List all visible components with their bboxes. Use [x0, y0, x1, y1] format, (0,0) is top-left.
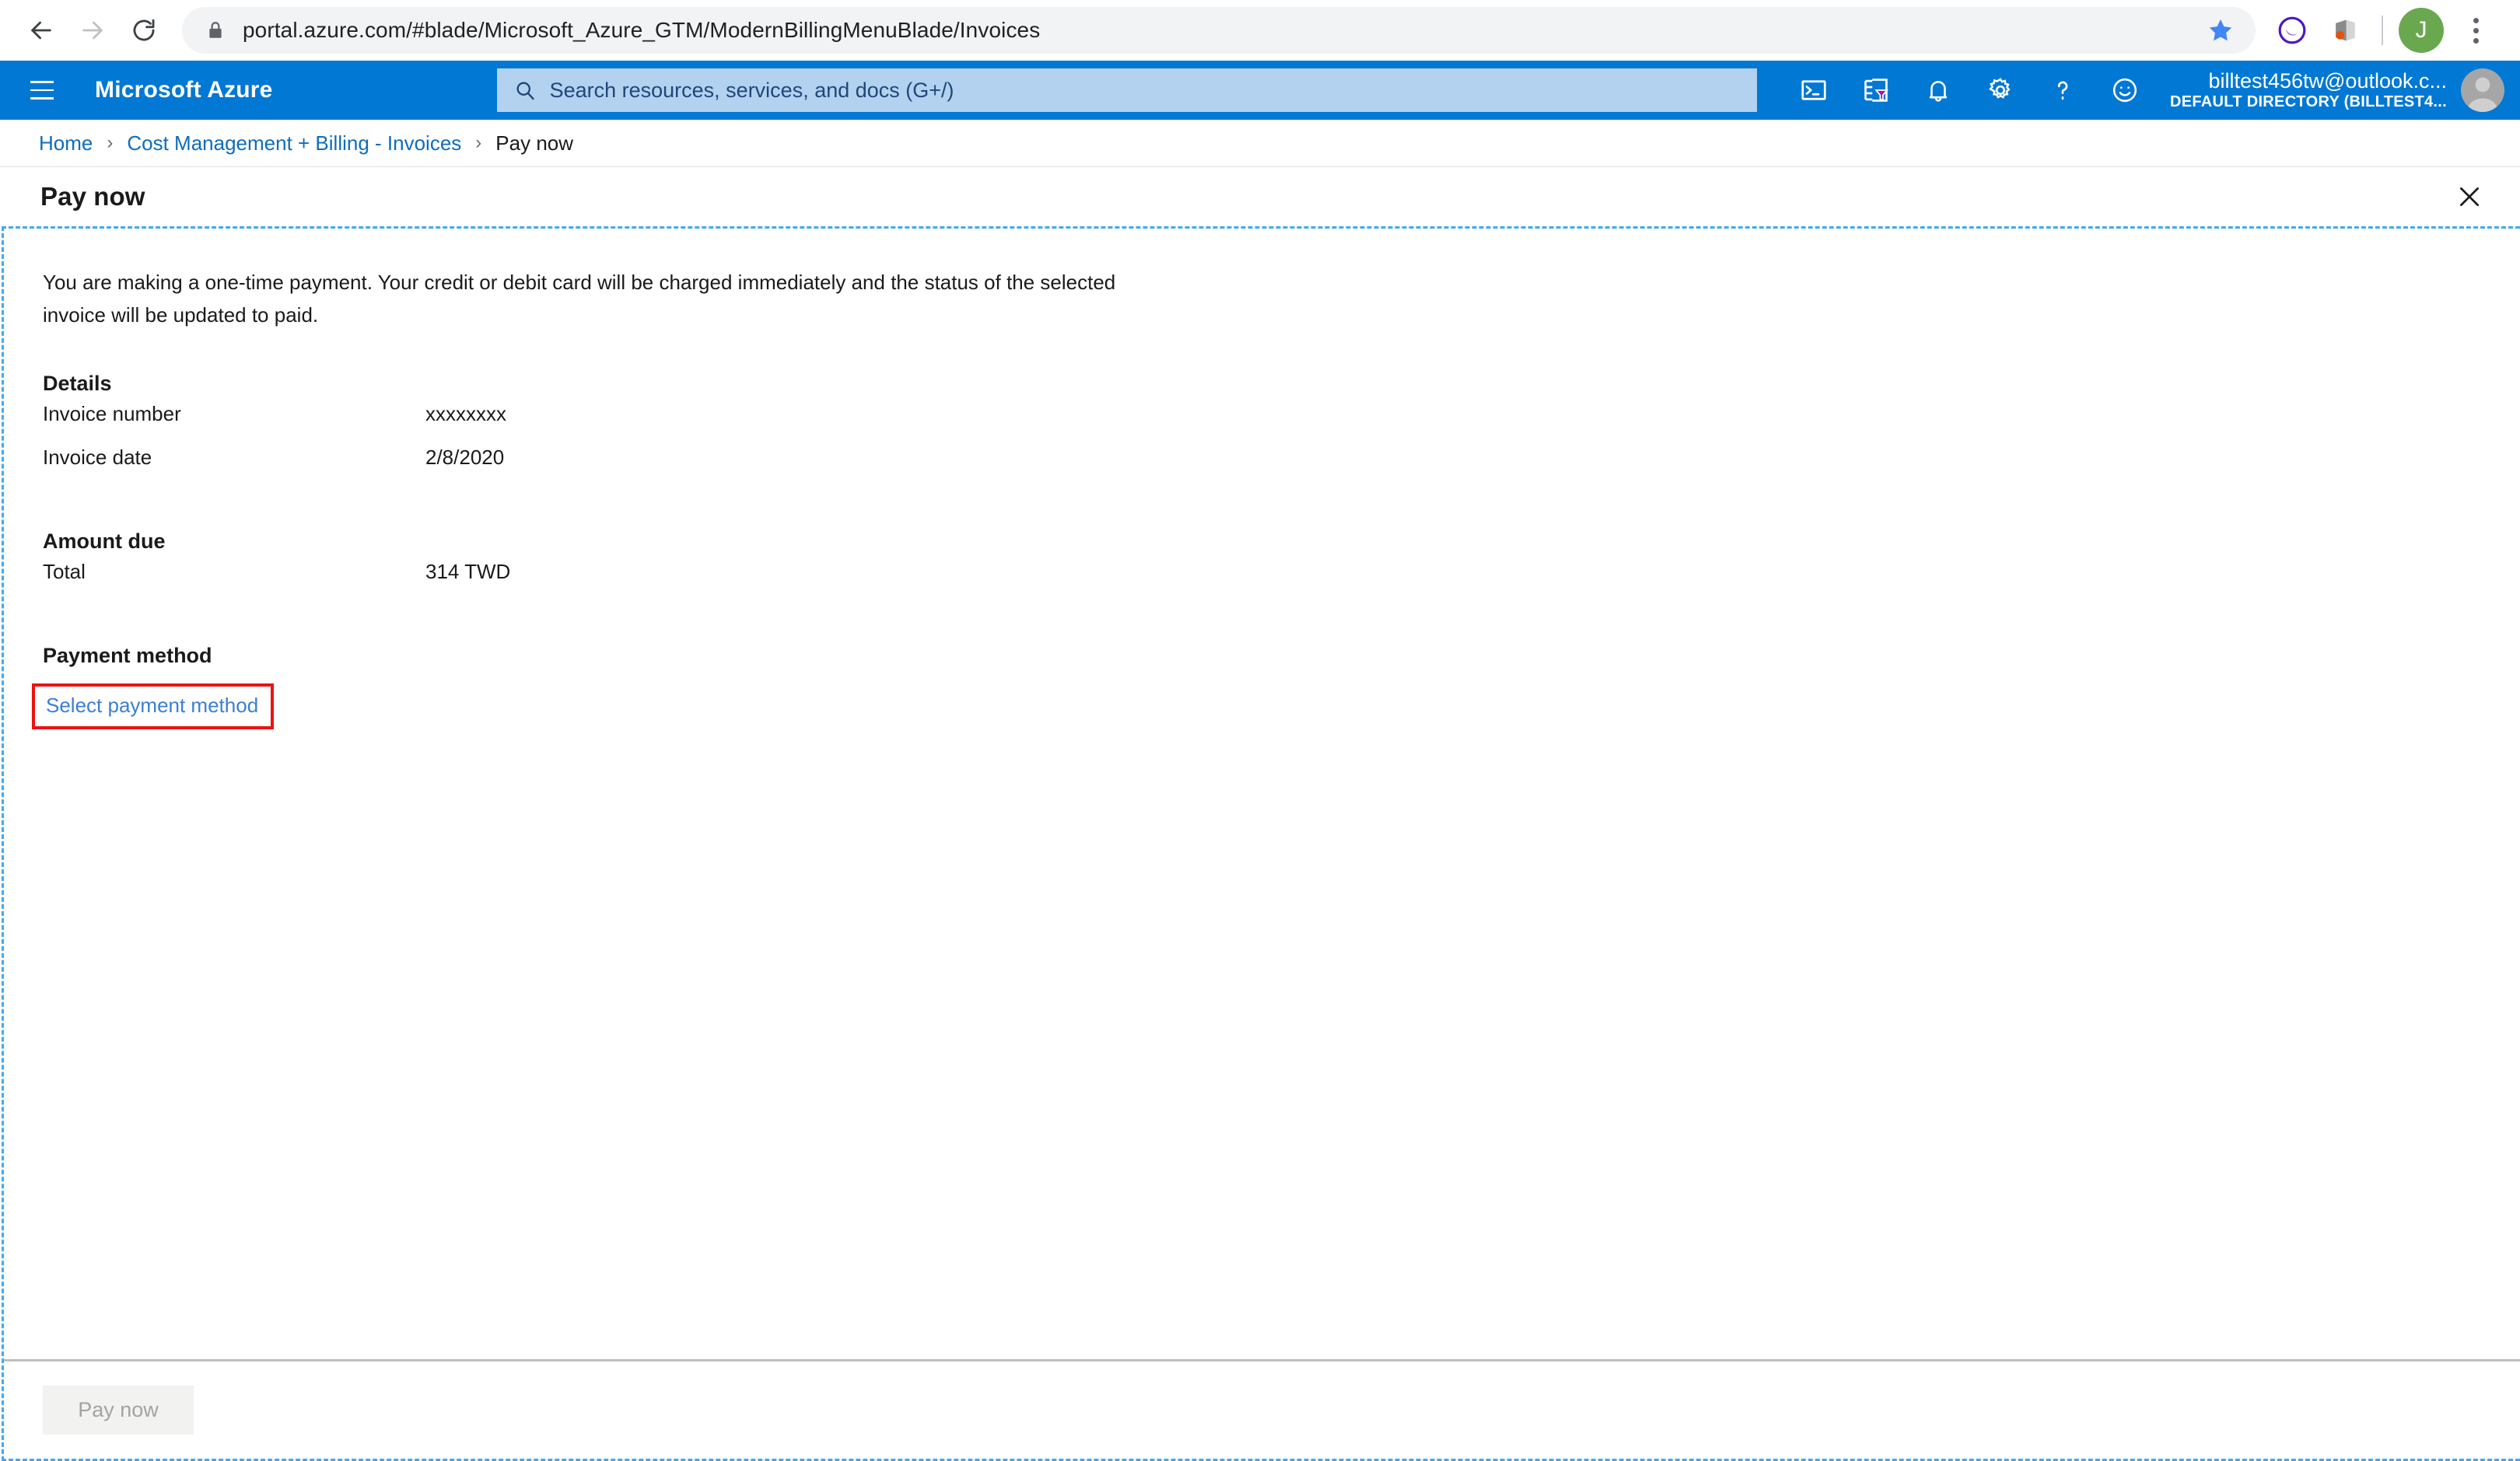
pay-now-button[interactable]: Pay now [43, 1386, 194, 1435]
pay-now-blade: Pay now You are making a one-time paymen… [0, 166, 2520, 1461]
breadcrumb-item-cost-management-billing-invoices[interactable]: Cost Management + Billing - Invoices [127, 131, 461, 156]
cloud-shell-icon[interactable] [1783, 62, 1845, 118]
lock-icon [205, 19, 226, 41]
blade-footer: Pay now [4, 1359, 2520, 1459]
total-value: 314 TWD [425, 560, 511, 584]
pay-now-form: You are making a one-time payment. Your … [4, 229, 2520, 1359]
breadcrumb-separator: › [475, 132, 482, 153]
browser-chrome: portal.azure.com/#blade/Microsoft_Azure_… [0, 0, 2520, 61]
blade-header: Pay now [0, 167, 2520, 226]
select-payment-method-highlight: Select payment method [32, 683, 275, 730]
browser-forward-button[interactable] [67, 5, 118, 56]
detail-row-invoice-date: Invoice date 2/8/2020 [43, 446, 2520, 489]
breadcrumb-item-home[interactable]: Home [39, 131, 93, 156]
invoice-number-value: xxxxxxxx [425, 402, 506, 426]
amount-due-heading: Amount due [43, 530, 166, 554]
extension-icon[interactable] [2268, 6, 2316, 54]
address-bar-url: portal.azure.com/#blade/Microsoft_Azure_… [243, 18, 1041, 42]
kebab-menu-icon[interactable] [2453, 8, 2498, 53]
invoice-date-value: 2/8/2020 [425, 446, 505, 470]
breadcrumb: Home › Cost Management + Billing - Invoi… [0, 120, 2520, 166]
hamburger-menu-icon[interactable] [17, 65, 67, 115]
search-input[interactable]: Search resources, services, and docs (G+… [496, 68, 1757, 112]
search-placeholder: Search resources, services, and docs (G+… [549, 78, 954, 102]
address-bar[interactable]: portal.azure.com/#blade/Microsoft_Azure_… [182, 7, 2256, 54]
breadcrumb-separator: › [107, 132, 114, 153]
office-extension-icon[interactable] [2321, 6, 2369, 54]
payment-method-heading: Payment method [43, 644, 212, 668]
settings-gear-icon[interactable] [1969, 62, 2032, 118]
blade-content-focus-region: You are making a one-time payment. Your … [2, 226, 2520, 1461]
help-question-icon[interactable] [2032, 62, 2094, 118]
account-email: billtest456tw@outlook.c... [2208, 68, 2447, 93]
account-menu[interactable]: billtest456tw@outlook.c... DEFAULT DIREC… [2156, 68, 2504, 112]
intro-description: You are making a one-time payment. Your … [43, 271, 1116, 327]
azure-top-bar: Microsoft Azure Search resources, servic… [0, 61, 2520, 120]
feedback-smiley-icon[interactable] [2094, 62, 2156, 118]
select-payment-method-link[interactable]: Select payment method [46, 694, 258, 717]
toolbar-divider [2382, 16, 2383, 45]
detail-row-total: Total 314 TWD [43, 560, 2520, 603]
browser-reload-button[interactable] [118, 5, 170, 56]
notifications-bell-icon[interactable] [1907, 62, 1969, 118]
user-avatar-icon[interactable] [2461, 68, 2504, 112]
search-icon [514, 79, 536, 101]
browser-profile-avatar[interactable]: J [2399, 8, 2444, 53]
azure-header-actions: billtest456tw@outlook.c... DEFAULT DIREC… [1783, 62, 2504, 118]
azure-brand-title[interactable]: Microsoft Azure [95, 77, 273, 103]
account-text: billtest456tw@outlook.c... DEFAULT DIREC… [2170, 69, 2447, 111]
invoice-number-label: Invoice number [43, 402, 181, 426]
breadcrumb-item-pay-now: Pay now [495, 131, 574, 155]
close-icon[interactable] [2445, 173, 2494, 221]
account-directory: DEFAULT DIRECTORY (BILLTEST4... [2170, 93, 2447, 111]
browser-back-button[interactable] [16, 5, 67, 56]
directory-filter-icon[interactable] [1845, 62, 1907, 118]
bookmark-star-icon[interactable] [2196, 6, 2245, 54]
invoice-date-label: Invoice date [43, 446, 152, 470]
details-heading: Details [43, 372, 112, 396]
total-label: Total [43, 560, 86, 584]
page-title: Pay now [40, 182, 145, 211]
detail-row-invoice-number: Invoice number xxxxxxxx [43, 402, 2520, 446]
